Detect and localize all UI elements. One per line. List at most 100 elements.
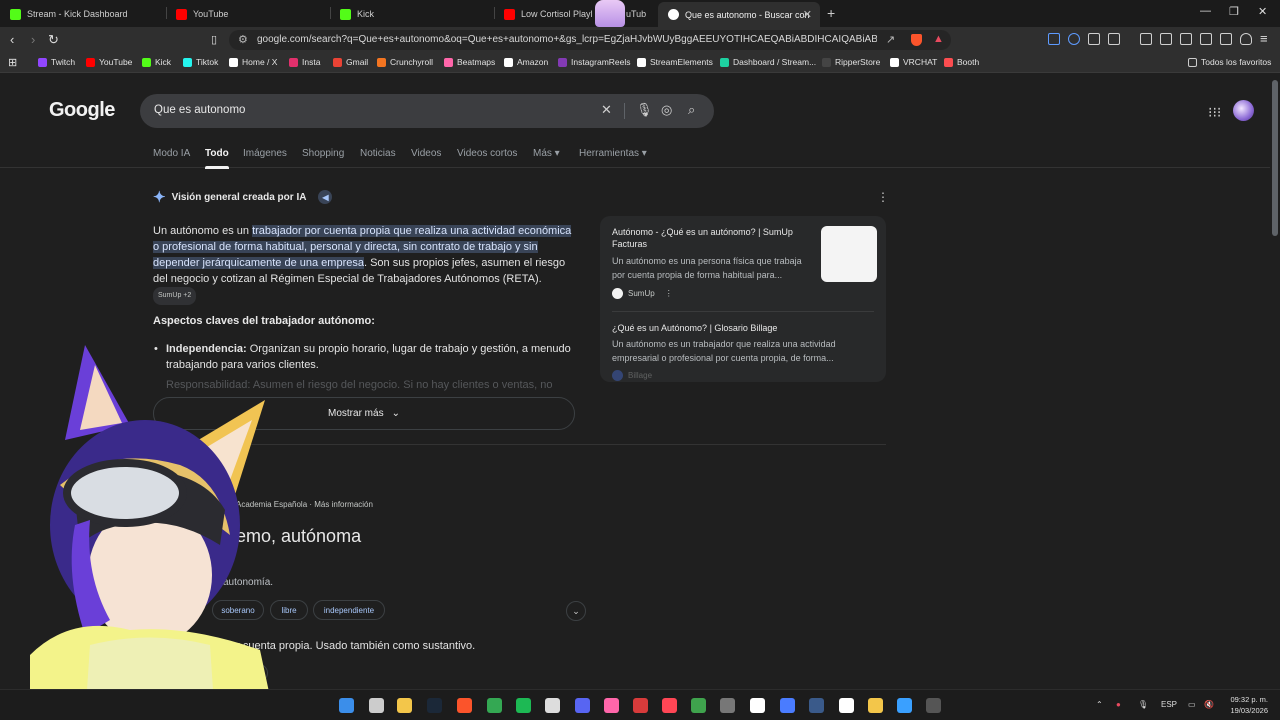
close-window-button[interactable]: ✕ [1258,5,1267,18]
capcut-icon[interactable] [839,698,854,713]
kebab-icon[interactable]: ⋮ [665,289,673,298]
filter-todo[interactable]: Todo [205,148,229,169]
brave-icon[interactable] [457,698,472,713]
address-bar[interactable]: ⚙ google.com/search?q=Que+es+autonomo&oq… [229,30,951,50]
bookmark-item[interactable]: VRCHAT [890,57,937,67]
extension-icon[interactable] [1068,33,1080,45]
app-icon[interactable] [720,698,735,713]
account-avatar[interactable] [1233,100,1254,121]
share-icon[interactable]: ↗ [886,33,895,46]
voice-search-icon[interactable]: 🎙 [636,102,653,118]
more-options-icon[interactable]: ⋮ [877,190,889,204]
file-manager-icon[interactable] [397,698,412,713]
filter-videos[interactable]: Videos [411,148,441,159]
clear-search-icon[interactable]: ✕ [601,102,612,118]
volume-muted-icon[interactable]: 🔇 [1204,700,1214,709]
chrome-icon[interactable] [487,698,502,713]
bookmark-item[interactable]: Crunchyroll [377,57,433,67]
terminal-icon[interactable] [926,698,941,713]
wallet-icon[interactable] [1200,33,1212,45]
kick-studio-icon[interactable] [750,698,765,713]
language-indicator[interactable]: ESP [1161,700,1177,709]
bookmark-item[interactable]: Home / X [229,57,277,67]
filter-herramientas[interactable]: Herramientas ▾ [579,148,647,159]
source-title[interactable]: Autónomo - ¿Qué es un autónomo? | SumUp … [612,226,812,250]
tab-google-search[interactable]: Que es autonomo - Buscar con G ✕ [658,2,820,27]
synonym-chip[interactable]: soberano [212,600,264,620]
vpn-icon[interactable] [1240,33,1252,45]
all-bookmarks[interactable]: Todos los favoritos [1188,57,1271,67]
show-more-button[interactable]: Mostrar más ⌄ [153,397,575,430]
osu-icon[interactable] [604,698,619,713]
filter-noticias[interactable]: Noticias [360,148,396,159]
tab-low-cortisol[interactable]: Low Cortisol Playlist [494,3,592,25]
bookmark-item[interactable]: YouTube [86,57,132,67]
speaker-icon[interactable]: ◀ [318,190,333,204]
bookmark-item[interactable]: RipperStore [822,57,880,67]
vscode-icon[interactable] [897,698,912,713]
app-icon[interactable] [691,698,706,713]
media-icon[interactable] [1160,33,1172,45]
translate-icon[interactable] [1048,33,1060,45]
source-title[interactable]: ¿Qué es un Autónomo? | Glosario Billage [612,322,872,334]
bookmark-item[interactable]: InstagramReels [558,57,631,67]
windows-start-icon[interactable] [339,698,354,713]
synonym-chip[interactable]: independiente [313,600,385,620]
menu-icon[interactable]: ≡ [1260,31,1268,46]
chevron-down-icon[interactable]: ⌄ [566,601,586,621]
tab-kick-dashboard[interactable]: Stream - Kick Dashboard [0,3,170,25]
app-icon[interactable] [780,698,795,713]
filter-mas[interactable]: Más ▾ [533,148,560,159]
source-site[interactable]: Billage [612,370,652,381]
bookmark-page-icon[interactable]: ▯ [211,33,217,46]
tray-app-icon[interactable]: ● [1116,700,1121,709]
steam-icon[interactable] [427,698,442,713]
bookmark-item[interactable]: Tiktok [183,57,218,67]
new-tab-button[interactable]: + [827,5,835,21]
valorant-icon[interactable] [662,698,677,713]
bookmark-item[interactable]: Beatmaps [444,57,495,67]
site-info-icon[interactable]: ⚙ [238,33,248,46]
sidebar-icon[interactable] [1180,33,1192,45]
synonym-chip[interactable]: libre [270,600,308,620]
source-chip[interactable]: SumUp +2 [153,287,197,305]
back-icon[interactable]: ‹ [10,32,14,47]
brave-rewards-icon[interactable]: ▲ [933,33,944,45]
google-apps-icon[interactable]: ⁝⁝⁝ [1208,104,1221,121]
tab-kick[interactable]: Kick [330,3,494,25]
bookmark-item[interactable]: Booth [944,57,979,67]
app-icon[interactable] [633,698,648,713]
source-site[interactable]: SumUp ⋮ [612,288,673,299]
search-box[interactable]: Que es autonomo ✕ 🎙 ◎ ⌕ [140,94,714,128]
bookmark-item[interactable]: Twitch [38,57,75,67]
forward-icon[interactable]: › [31,32,35,47]
filter-modo-ia[interactable]: Modo IA [153,148,190,159]
close-tab-icon[interactable]: ✕ [803,8,812,21]
tab-youtube[interactable]: YouTube [166,3,330,25]
taskbar-clock[interactable]: 09:32 p. m. 19/03/2026 [1222,694,1268,716]
lens-icon[interactable]: ◎ [661,102,672,118]
filter-imagenes[interactable]: Imágenes [243,148,287,159]
task-view-icon[interactable] [369,698,384,713]
bookmark-item[interactable]: Gmail [333,57,368,67]
microphone-icon[interactable]: 🎙 [1138,700,1148,709]
source-thumbnail[interactable] [821,226,877,282]
extensions-puzzle-icon[interactable] [1088,33,1100,45]
apps-grid-icon[interactable]: ⊞ [8,56,17,69]
bookmark-item[interactable]: Insta [289,57,320,67]
tray-chevron-icon[interactable]: ⌃ [1096,700,1103,709]
app-icon[interactable] [809,698,824,713]
filter-shopping[interactable]: Shopping [302,148,344,159]
synonym-chip[interactable]: ndiente [220,664,269,682]
network-icon[interactable]: ▭ [1188,700,1196,709]
bookmark-item[interactable]: Dashboard / Stream... [720,57,816,67]
leo-ai-icon[interactable] [1220,33,1232,45]
maximize-button[interactable]: ❐ [1229,5,1239,18]
search-icon[interactable]: ⌕ [688,102,695,118]
bookmark-item[interactable]: StreamElements [637,57,713,67]
address-url[interactable]: google.com/search?q=Que+es+autonomo&oq=Q… [257,34,877,45]
download-icon[interactable] [1140,33,1152,45]
screenshot-icon[interactable] [1108,33,1120,45]
spotify-icon[interactable] [516,698,531,713]
brave-shield-icon[interactable] [911,34,922,46]
